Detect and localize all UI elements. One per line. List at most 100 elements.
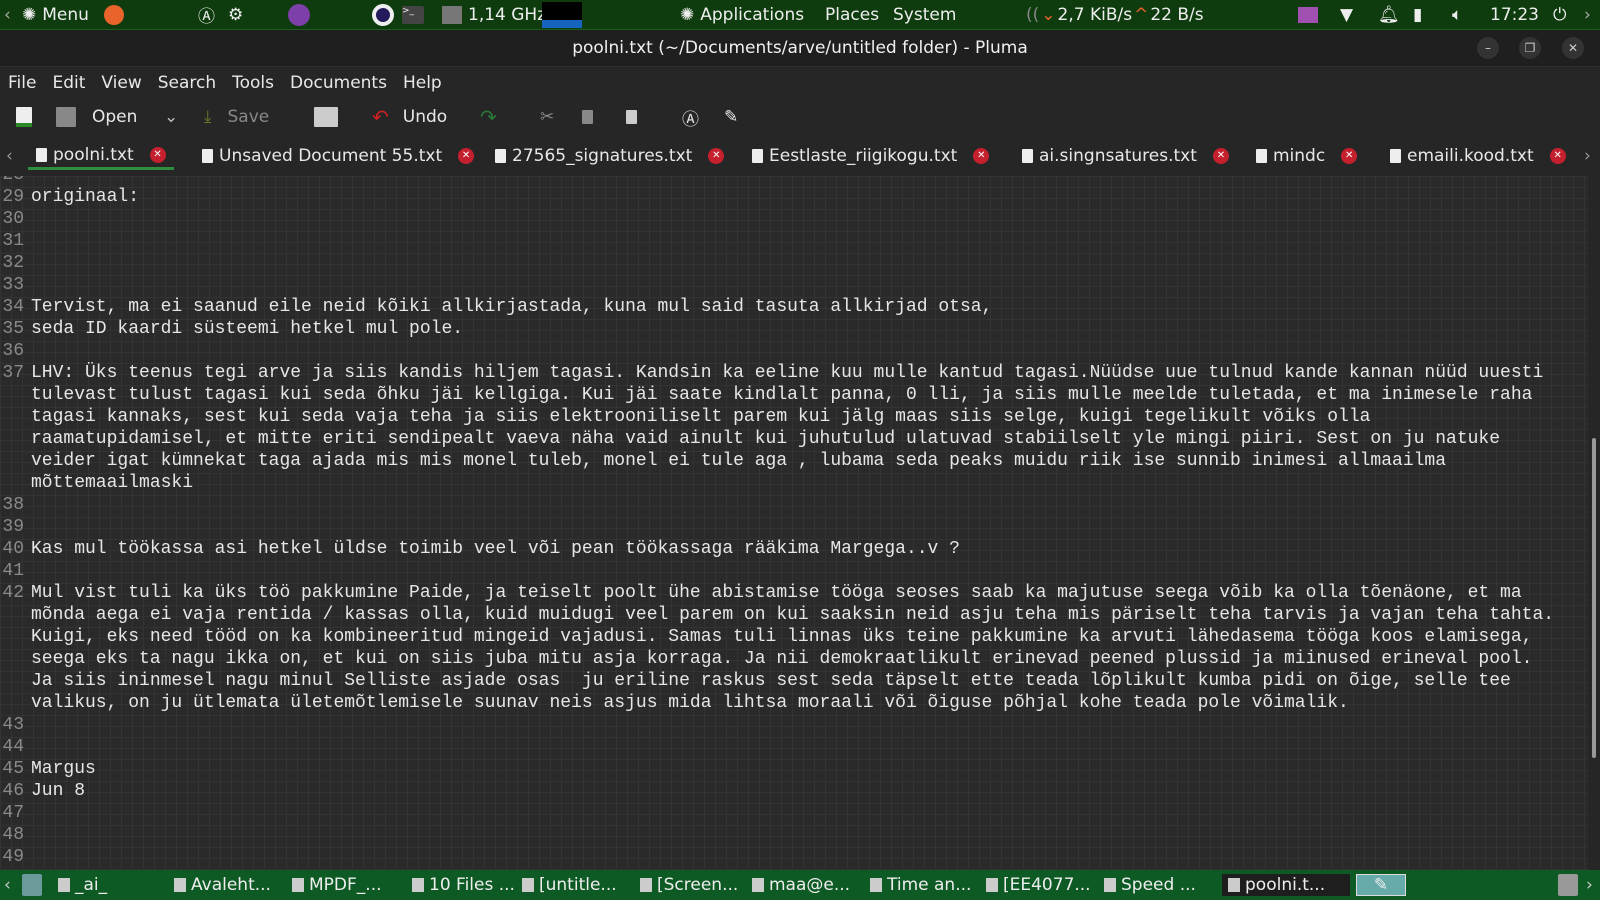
taskbar-item[interactable]: maa@e...: [752, 874, 850, 896]
tab-mindc[interactable]: mindc ✕: [1256, 142, 1358, 170]
editor-line: 33: [0, 274, 1554, 296]
menu-help[interactable]: Help: [403, 73, 442, 93]
ubuntu-icon: ✺: [680, 4, 695, 25]
line-number: [0, 472, 27, 494]
line-number: 31: [2, 231, 24, 251]
system-menu[interactable]: System: [893, 5, 956, 25]
copy-button[interactable]: [582, 105, 593, 129]
editor-line: 46 Jun 8: [0, 780, 1554, 802]
close-tab-icon[interactable]: ✕: [708, 148, 725, 164]
paste-button[interactable]: [626, 105, 637, 129]
taskbar-scroll-right[interactable]: ›: [1586, 874, 1593, 896]
line-number: [0, 648, 27, 670]
vertical-scrollbar[interactable]: [1588, 176, 1600, 870]
taskbar-item[interactable]: Avaleht...: [174, 874, 271, 896]
tab-poolni[interactable]: poolni.txt ✕: [28, 142, 174, 170]
taskbar-item-label: [EE4077...: [1003, 875, 1091, 895]
tab-signatures[interactable]: 27565_signatures.txt ✕: [495, 142, 725, 170]
editor-line: 41: [0, 560, 1554, 582]
open-button[interactable]: Open: [56, 105, 137, 129]
menu-documents[interactable]: Documents: [290, 73, 387, 93]
close-window-button[interactable]: ✕: [1562, 37, 1584, 59]
taskbar-item[interactable]: poolni.t...: [1222, 874, 1350, 896]
taskbar-item[interactable]: [Screen...: [640, 874, 738, 896]
document-tabs: ‹ poolni.txt ✕ Unsaved Document 55.txt ✕ 2…: [0, 136, 1600, 176]
redo-button[interactable]: ↷: [480, 105, 497, 129]
menu-tools[interactable]: Tools: [232, 73, 274, 93]
save-button[interactable]: ⤓ Save: [204, 105, 269, 129]
line-text: Mul vist tuli ka üks töö pakkumine Paide…: [31, 583, 1522, 603]
open-recent-dropdown[interactable]: ⌄: [164, 105, 178, 129]
taskbar-scroll-left[interactable]: ‹: [4, 874, 11, 896]
find-replace-button[interactable]: ✎: [724, 105, 738, 129]
tab-ai-signatures[interactable]: ai.singnsatures.txt ✕: [1022, 142, 1229, 170]
tab-unsaved-document[interactable]: Unsaved Document 55.txt ✕: [202, 142, 475, 170]
tabs-scroll-right[interactable]: ›: [1584, 142, 1591, 170]
taskbar-item-label: Speed ...: [1121, 875, 1196, 895]
close-tab-icon[interactable]: ✕: [1549, 148, 1566, 164]
undo-icon: ↶: [372, 105, 389, 129]
new-document-button[interactable]: [16, 105, 32, 129]
menu-edit[interactable]: Edit: [52, 73, 85, 93]
tab-emaili-kood[interactable]: emaili.kood.txt ✕: [1390, 142, 1566, 170]
open-folder-icon: [56, 107, 76, 127]
line-number: 39: [2, 517, 24, 537]
line-number: [0, 428, 27, 450]
taskbar-item[interactable]: [EE4077...: [986, 874, 1091, 896]
panel-scroll-left-icon[interactable]: ‹: [4, 5, 11, 25]
editor-line: 37 LHV: Üks teenus tegi arve ja siis kand…: [0, 362, 1554, 384]
tab-eestlaste-riigikogu[interactable]: Eestlaste_riigikogu.txt ✕: [752, 142, 990, 170]
taskbar-item[interactable]: [untitle...: [522, 874, 617, 896]
close-tab-icon[interactable]: ✕: [973, 148, 990, 164]
taskbar-item[interactable]: Time an...: [870, 874, 971, 896]
firefox-icon[interactable]: [104, 4, 124, 25]
minimize-button[interactable]: –: [1477, 37, 1499, 59]
settings-gears-icon[interactable]: ⚙: [228, 5, 243, 25]
text-editor[interactable]: 2829 originaal: 3031323334 Tervist, ma ei s…: [0, 176, 1588, 870]
undo-button[interactable]: ↶ Undo: [372, 105, 447, 129]
taskbar-item[interactable]: _ai_: [58, 874, 107, 896]
scrollbar-thumb[interactable]: [1592, 437, 1596, 758]
cut-button[interactable]: ✂: [540, 105, 554, 129]
terminal-icon[interactable]: >_: [402, 5, 424, 24]
line-number: 42: [2, 583, 24, 603]
close-tab-icon[interactable]: ✕: [149, 146, 166, 163]
menu-file[interactable]: File: [8, 73, 36, 93]
battery-icon[interactable]: ▮: [1413, 5, 1422, 25]
menu-bar: File Edit View Search Tools Documents He…: [0, 66, 1600, 98]
editor-lines: 2829 originaal: 3031323334 Tervist, ma ei s…: [0, 176, 1554, 868]
menu-search[interactable]: Search: [158, 73, 216, 93]
audio-recorder-icon[interactable]: [1298, 7, 1318, 23]
trash-icon[interactable]: [1558, 874, 1578, 896]
taskbar-pluma-active[interactable]: ✎: [1356, 874, 1406, 896]
menu-button[interactable]: ✺ Menu: [22, 5, 89, 25]
maximize-button[interactable]: ❐: [1519, 37, 1541, 59]
places-menu[interactable]: Places: [825, 5, 879, 25]
line-number: 33: [2, 275, 24, 295]
volume-icon[interactable]: 🔈︎: [1452, 5, 1462, 25]
print-button[interactable]: [314, 105, 338, 129]
find-button[interactable]: Ⓐ: [682, 105, 699, 130]
line-text: [27, 252, 31, 274]
power-icon[interactable]: ⏻: [1553, 5, 1566, 25]
app-icon: [412, 878, 424, 892]
tabs-scroll-left[interactable]: ‹: [6, 142, 13, 170]
panel-scroll-right-icon[interactable]: ›: [1584, 5, 1591, 25]
opera-icon[interactable]: [372, 3, 394, 26]
close-tab-icon[interactable]: ✕: [458, 148, 475, 164]
line-text: [27, 494, 31, 516]
search-tool-icon[interactable]: Ⓐ: [198, 2, 215, 27]
notification-bell-icon[interactable]: 🔔︎: [1378, 5, 1400, 25]
taskbar-item[interactable]: 10 Files ...: [412, 874, 515, 896]
close-tab-icon[interactable]: ✕: [1341, 148, 1358, 164]
tor-browser-icon[interactable]: [288, 3, 310, 26]
applications-menu[interactable]: ✺ Applications: [680, 5, 804, 25]
menu-view[interactable]: View: [101, 73, 141, 93]
close-tab-icon[interactable]: ✕: [1212, 148, 1229, 164]
taskbar-item[interactable]: MPDF_...: [292, 874, 382, 896]
clock[interactable]: 17:23: [1490, 5, 1539, 25]
show-desktop-button[interactable]: [22, 874, 42, 896]
taskbar-item[interactable]: Speed ...: [1104, 874, 1196, 896]
editor-line: 48: [0, 824, 1554, 846]
wifi-icon[interactable]: ▼: [1340, 5, 1353, 25]
